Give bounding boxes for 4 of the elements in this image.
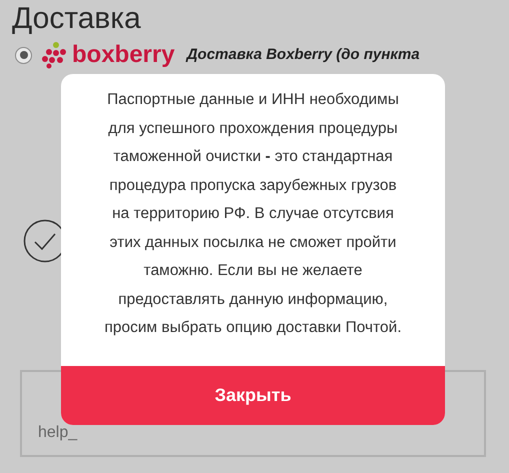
dialog-message: Паспортные данные и ИНН необходимы для успешного прохождения процедуры таможенной очистки - это стандартная процедура пропуска зарубежных грузов на территорию РФ. В случае отсутсвия этих данных посылка не сможет пройти таможню. Если вы не желаете предоставлять данную информацию, просим выбрать опцию доставки Почтой. xyxy=(103,90,403,338)
delivery-option-label: Доставка Boxberry (до пункта xyxy=(186,44,420,65)
section-heading: Доставка xyxy=(12,1,141,37)
logo-text: boxberry xyxy=(72,41,175,69)
